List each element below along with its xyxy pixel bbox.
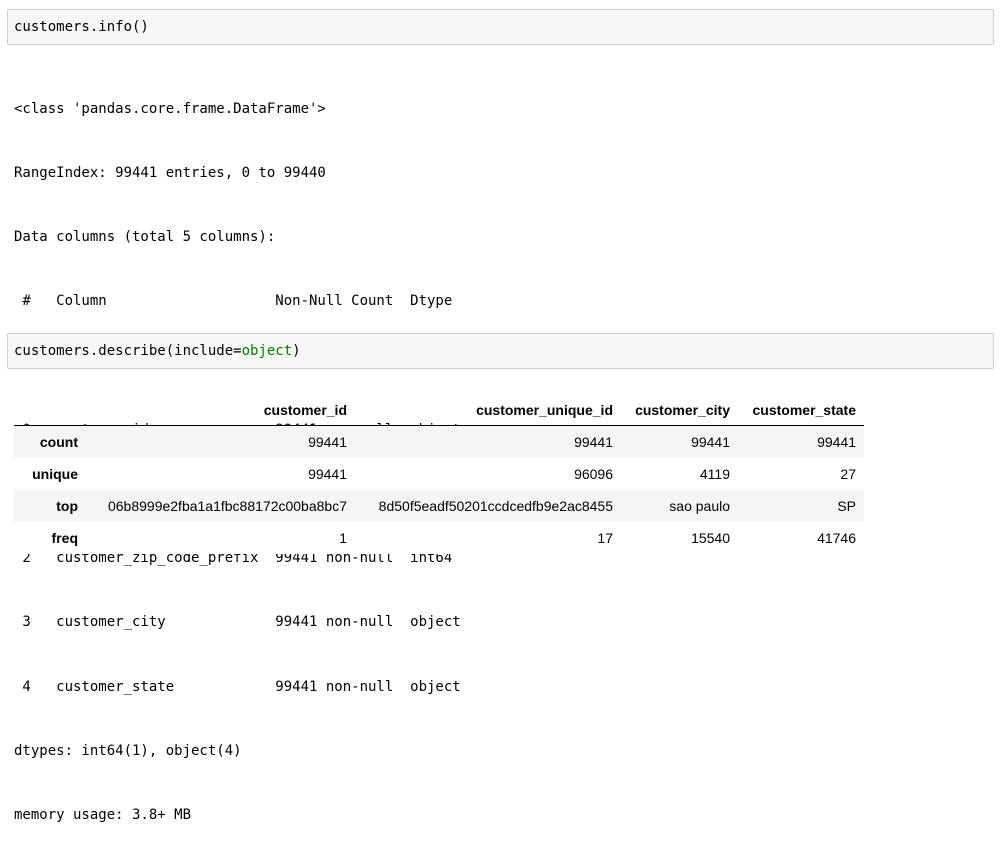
column-header: customer_state <box>738 394 864 426</box>
column-header: customer_city <box>621 394 738 426</box>
table-cell: 99441 <box>308 466 347 482</box>
table-cell: 27 <box>840 466 856 482</box>
code-cell-input-info[interactable]: customers.info() <box>7 9 994 45</box>
table-row: unique 99441 96096 4119 27 <box>14 458 864 490</box>
table-cell: 4119 <box>699 466 730 482</box>
output-line: dtypes: int64(1), object(4) <box>14 742 242 759</box>
table-row: count 99441 99441 99441 99441 <box>14 425 864 458</box>
table-cell: 1 <box>339 530 347 546</box>
column-header: customer_id <box>86 394 355 426</box>
table-cell: 99441 <box>817 434 856 450</box>
describe-dataframe-table: customer_id customer_unique_id customer_… <box>14 394 864 554</box>
column-header: customer_unique_id <box>355 394 621 426</box>
table-header-row: customer_id customer_unique_id customer_… <box>14 394 864 426</box>
output-line: # Column Non-Null Count Dtype <box>14 293 461 310</box>
table-cell: 41746 <box>817 530 856 546</box>
table-cell: 8d50f5eadf50201ccdcedfb9e2ac8455 <box>378 498 613 514</box>
table-cell: 96096 <box>574 466 613 482</box>
output-line: 4 customer_state 99441 non-null object <box>14 678 461 695</box>
table-cell: sao paulo <box>669 498 730 514</box>
table-row: top 06b8999e2fba1a1fbc88172c00ba8bc7 8d5… <box>14 490 864 522</box>
table-cell: 06b8999e2fba1a1fbc88172c00ba8bc7 <box>107 498 347 514</box>
code-keyword: object <box>241 343 293 359</box>
output-line: 3 customer_city 99441 non-null object <box>14 614 461 631</box>
output-line: RangeIndex: 99441 entries, 0 to 99440 <box>14 165 326 182</box>
table-cell: 99441 <box>691 434 730 450</box>
output-line: <class 'pandas.core.frame.DataFrame'> <box>14 100 326 117</box>
row-index-label: freq <box>51 530 78 546</box>
code-text: customers.info() <box>14 19 149 35</box>
table-cell: 17 <box>597 530 613 546</box>
row-index-label: count <box>39 434 78 450</box>
index-header <box>14 394 86 426</box>
code-text: customers.describe(include= <box>14 343 242 359</box>
output-line: Data columns (total 5 columns): <box>14 229 276 246</box>
table-cell: SP <box>837 498 856 514</box>
row-index-label: top <box>56 498 78 514</box>
output-line: memory usage: 3.8+ MB <box>14 807 192 824</box>
row-index-label: unique <box>32 466 78 482</box>
table-cell: 99441 <box>308 434 347 450</box>
code-cell-input-describe[interactable]: customers.describe(include= object) <box>7 333 994 369</box>
table-row: freq 1 17 15540 41746 <box>14 522 864 554</box>
table-cell: 15540 <box>691 530 730 546</box>
table-cell: 99441 <box>574 434 613 450</box>
code-text: ) <box>292 343 301 359</box>
